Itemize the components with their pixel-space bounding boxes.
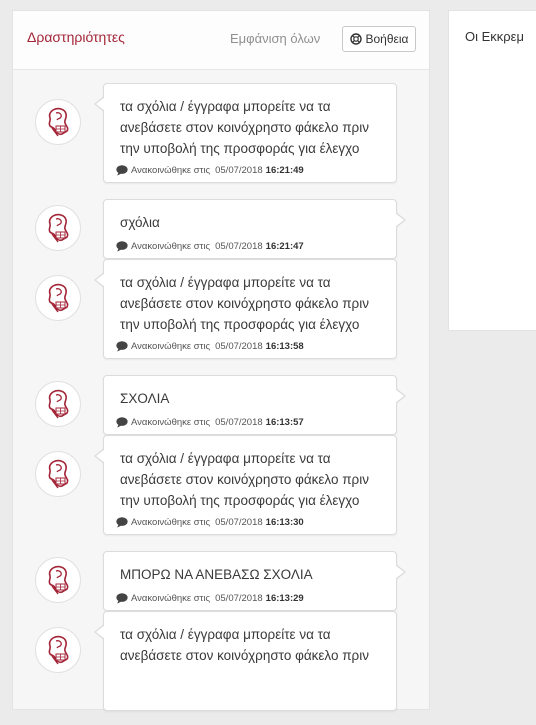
pending-title: Οι Εκκρεμ (465, 29, 524, 44)
activity-item: τα σχόλια / έγγραφα μπορείτε να τα ανεβά… (13, 259, 429, 373)
comment-bubble-icon (116, 517, 128, 528)
comment-time: 16:13:57 (265, 417, 304, 428)
comment-meta: Ανακοινώθηκε στις 05/07/2018 16:13:29 (116, 593, 304, 604)
comment-text: τα σχόλια / έγγραφα μπορείτε να τα ανεβά… (120, 275, 369, 332)
comment-date: 05/07/2018 (215, 593, 263, 604)
comment-time: 16:13:30 (265, 517, 304, 528)
activity-item: τα σχόλια / έγγραφα μπορείτε να τα ανεβά… (13, 83, 429, 197)
activity-item: ΣΧΟΛΙΑ Ανακοινώθηκε στις 05/07/2018 16:1… (13, 375, 429, 441)
posted-label: Ανακοινώθηκε στις (131, 517, 211, 528)
crest-logo-icon (48, 213, 69, 243)
activity-item: ΜΠΟΡΩ ΝΑ ΑΝΕΒΑΣΩ ΣΧΟΛΙΑ Ανακοινώθηκε στι… (13, 551, 429, 617)
comment-meta: Ανακοινώθηκε στις 05/07/2018 16:21:47 (116, 241, 304, 252)
crest-logo-icon (48, 389, 69, 419)
comment-bubble: τα σχόλια / έγγραφα μπορείτε να τα ανεβά… (94, 259, 397, 359)
help-button[interactable]: Βοήθεια (342, 26, 416, 52)
comment-date: 05/07/2018 (215, 517, 263, 528)
posted-label: Ανακοινώθηκε στις (131, 593, 211, 604)
comment-meta: Ανακοινώθηκε στις 05/07/2018 16:13:57 (116, 417, 304, 428)
help-button-label: Βοήθεια (365, 32, 409, 46)
crest-logo-icon (48, 107, 69, 137)
avatar (35, 381, 81, 427)
crest-logo-icon (48, 565, 69, 595)
activities-header: Δραστηριότητες Εμφάνιση όλων Βοήθεια (13, 11, 429, 70)
comment-bubble-icon (116, 241, 128, 252)
comment-bubble: τα σχόλια / έγγραφα μπορείτε να τα ανεβά… (94, 83, 397, 183)
crest-logo-icon (48, 459, 69, 489)
lifebuoy-icon (349, 33, 362, 45)
pending-panel: Οι Εκκρεμ (448, 10, 536, 331)
comment-bubble-icon (116, 593, 128, 604)
comment-time: 16:21:49 (265, 165, 304, 176)
comment-text: ΣΧΟΛΙΑ (120, 391, 170, 406)
comment-text: τα σχόλια / έγγραφα μπορείτε να τα ανεβά… (120, 451, 369, 508)
posted-label: Ανακοινώθηκε στις (131, 165, 211, 176)
comment-text: σχόλια (120, 215, 160, 230)
comment-date: 05/07/2018 (215, 341, 263, 352)
avatar (35, 451, 81, 497)
comment-date: 05/07/2018 (215, 417, 263, 428)
comment-time: 16:13:58 (265, 341, 304, 352)
comment-text: ΜΠΟΡΩ ΝΑ ΑΝΕΒΑΣΩ ΣΧΟΛΙΑ (120, 567, 313, 582)
comment-bubble-icon (116, 165, 128, 176)
activity-item: σχόλια Ανακοινώθηκε στις 05/07/2018 16:2… (13, 199, 429, 265)
comment-bubble: τα σχόλια / έγγραφα μπορείτε να τα ανεβά… (94, 611, 397, 711)
show-all-link[interactable]: Εμφάνιση όλων (230, 31, 320, 46)
comment-time: 16:13:29 (265, 593, 304, 604)
comment-meta: Ανακοινώθηκε στις 05/07/2018 16:21:49 (116, 165, 304, 176)
crest-logo-icon (48, 635, 69, 665)
activity-item: τα σχόλια / έγγραφα μπορείτε να τα ανεβά… (13, 611, 429, 725)
comment-bubble: τα σχόλια / έγγραφα μπορείτε να τα ανεβά… (94, 435, 397, 535)
comment-bubble-icon (116, 341, 128, 352)
comment-bubble: ΜΠΟΡΩ ΝΑ ΑΝΕΒΑΣΩ ΣΧΟΛΙΑ Ανακοινώθηκε στι… (103, 551, 406, 611)
comment-meta: Ανακοινώθηκε στις 05/07/2018 16:13:58 (116, 341, 304, 352)
avatar (35, 205, 81, 251)
avatar (35, 627, 81, 673)
activity-item: τα σχόλια / έγγραφα μπορείτε να τα ανεβά… (13, 435, 429, 549)
activities-panel: Δραστηριότητες Εμφάνιση όλων Βοήθεια τα … (12, 10, 430, 711)
comment-meta: Ανακοινώθηκε στις 05/07/2018 16:13:30 (116, 517, 304, 528)
comment-date: 05/07/2018 (215, 165, 263, 176)
comment-bubble-icon (116, 417, 128, 428)
comment-date: 05/07/2018 (215, 241, 263, 252)
posted-label: Ανακοινώθηκε στις (131, 341, 211, 352)
comment-bubble: σχόλια Ανακοινώθηκε στις 05/07/2018 16:2… (103, 199, 406, 259)
avatar (35, 99, 81, 145)
comment-text: τα σχόλια / έγγραφα μπορείτε να τα ανεβά… (120, 627, 369, 663)
comment-text: τα σχόλια / έγγραφα μπορείτε να τα ανεβά… (120, 99, 369, 156)
activities-title: Δραστηριότητες (27, 29, 125, 45)
avatar (35, 557, 81, 603)
comment-time: 16:21:47 (265, 241, 304, 252)
comment-bubble: ΣΧΟΛΙΑ Ανακοινώθηκε στις 05/07/2018 16:1… (103, 375, 406, 435)
posted-label: Ανακοινώθηκε στις (131, 417, 211, 428)
crest-logo-icon (48, 283, 69, 313)
avatar (35, 275, 81, 321)
posted-label: Ανακοινώθηκε στις (131, 241, 211, 252)
